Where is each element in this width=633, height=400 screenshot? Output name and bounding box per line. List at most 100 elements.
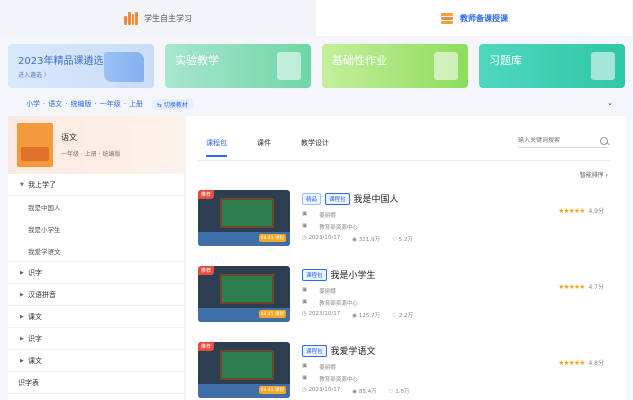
- course-views: 85.4万: [358, 389, 377, 395]
- recommend-badge: 推荐: [198, 266, 215, 275]
- sidebar-item-unit[interactable]: ▼ 我上学了: [8, 174, 184, 196]
- course-org: 教育部资源中心: [319, 301, 358, 307]
- tab-course-package[interactable]: 课程包: [206, 138, 227, 157]
- sidebar-item-unit[interactable]: ▶ 课文: [8, 350, 184, 372]
- textbook-name: 语文: [61, 133, 77, 142]
- sort-dropdown[interactable]: 智能排序 ›: [580, 170, 608, 179]
- rating: ★★★★★ 4.7分: [558, 282, 604, 292]
- course-date: 2023/10/17: [308, 235, 341, 241]
- course-item[interactable]: 推荐 08:45 课程 精品 课程包 我是中国人 ▣ 姜丽娜 ▣ 教育部资源中心 ◷…: [198, 190, 612, 246]
- content-tabs: 课程包 课件 教学设计: [206, 138, 329, 157]
- course-thumbnail[interactable]: 推荐 08:45 课程: [198, 266, 290, 322]
- course-title[interactable]: 我是小学生: [331, 268, 376, 281]
- course-date: 2023/10/17: [308, 387, 341, 393]
- breadcrumb-edition[interactable]: 统编版: [70, 99, 91, 109]
- banner-homework[interactable]: 基础性作业: [322, 44, 468, 88]
- course-thumbnail[interactable]: 推荐 08:45 课程: [198, 190, 290, 246]
- caret-right-icon: ▶: [20, 335, 24, 342]
- course-likes: 2.2万: [398, 313, 414, 319]
- caret-down-icon: ▼: [20, 181, 24, 188]
- course-item[interactable]: 推荐 08:45 课程 课程包 我是小学生 ▣ 姜丽娜 ▣ 教育部资源中心 ◷ 20…: [198, 266, 612, 322]
- org-icon: ▣: [302, 375, 308, 381]
- search-box[interactable]: [518, 134, 608, 148]
- textbook-meta: 一年级 · 上册 · 统编版: [61, 151, 121, 158]
- rating-score: 4.7分: [588, 284, 604, 291]
- tab-label: 教师备课授课: [460, 13, 508, 23]
- main-panel: 课程包 课件 教学设计 智能排序 › 推荐 08:45 课程 精品 课程包 我是…: [186, 116, 626, 400]
- caret-right-icon: ▶: [20, 313, 24, 320]
- document-a-icon: [591, 52, 615, 80]
- rating-score: 4.9分: [588, 208, 604, 215]
- sidebar-item-lesson[interactable]: 我是小学生: [8, 218, 184, 240]
- breadcrumb-stage[interactable]: 小学: [26, 99, 40, 109]
- course-author: 姜丽娜: [319, 365, 336, 371]
- course-views: 125.7万: [358, 313, 381, 319]
- top-tab-bar: 学生自主学习 教师备课授课: [0, 0, 633, 36]
- course-org: 教育部资源中心: [319, 377, 358, 383]
- banner-experiment[interactable]: 实验教学: [165, 44, 311, 88]
- breadcrumb: 小学 · 语文 · 统编版 · 一年级 · 上册 ⇆ 切换教材: [26, 98, 193, 110]
- sidebar-item-lesson[interactable]: 我爱学语文: [8, 240, 184, 262]
- sidebar-item-unit[interactable]: ▶ 汉语拼音: [8, 284, 184, 306]
- blackboard: [220, 198, 274, 228]
- banner-question-bank[interactable]: 习题库: [479, 44, 625, 88]
- package-tag: 课程包: [302, 344, 327, 357]
- course-title[interactable]: 我爱学语文: [331, 344, 376, 357]
- breadcrumb-volume[interactable]: 上册: [129, 99, 143, 109]
- tab-teaching-design[interactable]: 教学设计: [301, 138, 329, 148]
- like-icon: ♡: [392, 237, 399, 243]
- breadcrumb-subject[interactable]: 语文: [48, 99, 62, 109]
- sidebar-item-unit[interactable]: ▶ 识字: [8, 262, 184, 284]
- course-views: 321.9万: [358, 237, 381, 243]
- course-item[interactable]: 推荐 08:45 课程 课程包 我爱学语文 ▣ 姜丽娜 ▣ 教育部资源中心 ◷ 20…: [198, 342, 612, 398]
- banner-cards: 2023年精品课遴选 进入遴选 〉 实验教学 基础性作业 习题库: [8, 44, 625, 88]
- experiment-icon: [277, 52, 301, 80]
- tab-divider: [198, 160, 610, 161]
- search-input[interactable]: [518, 137, 588, 144]
- sidebar-item-lesson[interactable]: 我是中国人: [8, 196, 184, 218]
- tab-label: 学生自主学习: [144, 13, 192, 23]
- switch-textbook-button[interactable]: ⇆ 切换教材: [151, 98, 193, 110]
- duration-badge: 08:45 课程: [258, 234, 286, 242]
- quality-tag: 精品: [302, 192, 322, 205]
- caret-right-icon: ▶: [20, 291, 24, 298]
- author-icon: ▣: [302, 287, 308, 293]
- recommend-badge: 推荐: [198, 190, 215, 199]
- duration-badge: 08:45 课程: [258, 386, 286, 394]
- book-open-icon: [104, 52, 144, 82]
- course-title[interactable]: 我是中国人: [354, 192, 399, 205]
- chevron-down-icon[interactable]: ⌄: [607, 99, 613, 107]
- course-thumbnail[interactable]: 推荐 08:45 课程: [198, 342, 290, 398]
- org-icon: ▣: [302, 299, 308, 305]
- package-tag: 课程包: [302, 268, 327, 281]
- duration-badge: 08:45 课程: [258, 310, 286, 318]
- star-icon: ★★★★★: [558, 358, 585, 367]
- author-icon: ▣: [302, 363, 308, 369]
- search-icon[interactable]: [600, 136, 608, 145]
- caret-right-icon: ▶: [20, 357, 24, 364]
- sidebar-item-unit[interactable]: ▶ 识字: [8, 328, 184, 350]
- course-author: 姜丽娜: [319, 289, 336, 295]
- package-tag: 课程包: [325, 192, 350, 205]
- course-org: 教育部资源中心: [319, 225, 358, 231]
- breadcrumb-grade[interactable]: 一年级: [100, 99, 121, 109]
- author-icon: ▣: [302, 211, 308, 217]
- course-author: 姜丽娜: [319, 213, 336, 219]
- star-icon: ★★★★★: [558, 206, 585, 215]
- books-icon: [124, 11, 138, 25]
- sidebar-item-unit[interactable]: ▶ 课文: [8, 306, 184, 328]
- star-icon: ★★★★★: [558, 282, 585, 291]
- like-icon: ♡: [392, 313, 399, 319]
- org-icon: ▣: [302, 223, 308, 229]
- caret-right-icon: ▶: [20, 269, 24, 276]
- blackboard: [220, 274, 274, 304]
- banner-quality-course[interactable]: 2023年精品课遴选 进入遴选 〉: [8, 44, 154, 88]
- tab-student-self-study[interactable]: 学生自主学习: [0, 0, 316, 36]
- course-likes: 1.5万: [395, 389, 410, 395]
- tab-courseware[interactable]: 课件: [257, 138, 271, 148]
- clipboard-icon: [434, 52, 458, 80]
- tab-teacher-prep[interactable]: 教师备课授课: [316, 0, 632, 36]
- rating: ★★★★★ 4.8分: [558, 358, 604, 368]
- sidebar-item-unit[interactable]: 识字表: [8, 372, 184, 394]
- recommend-badge: 推荐: [198, 342, 215, 351]
